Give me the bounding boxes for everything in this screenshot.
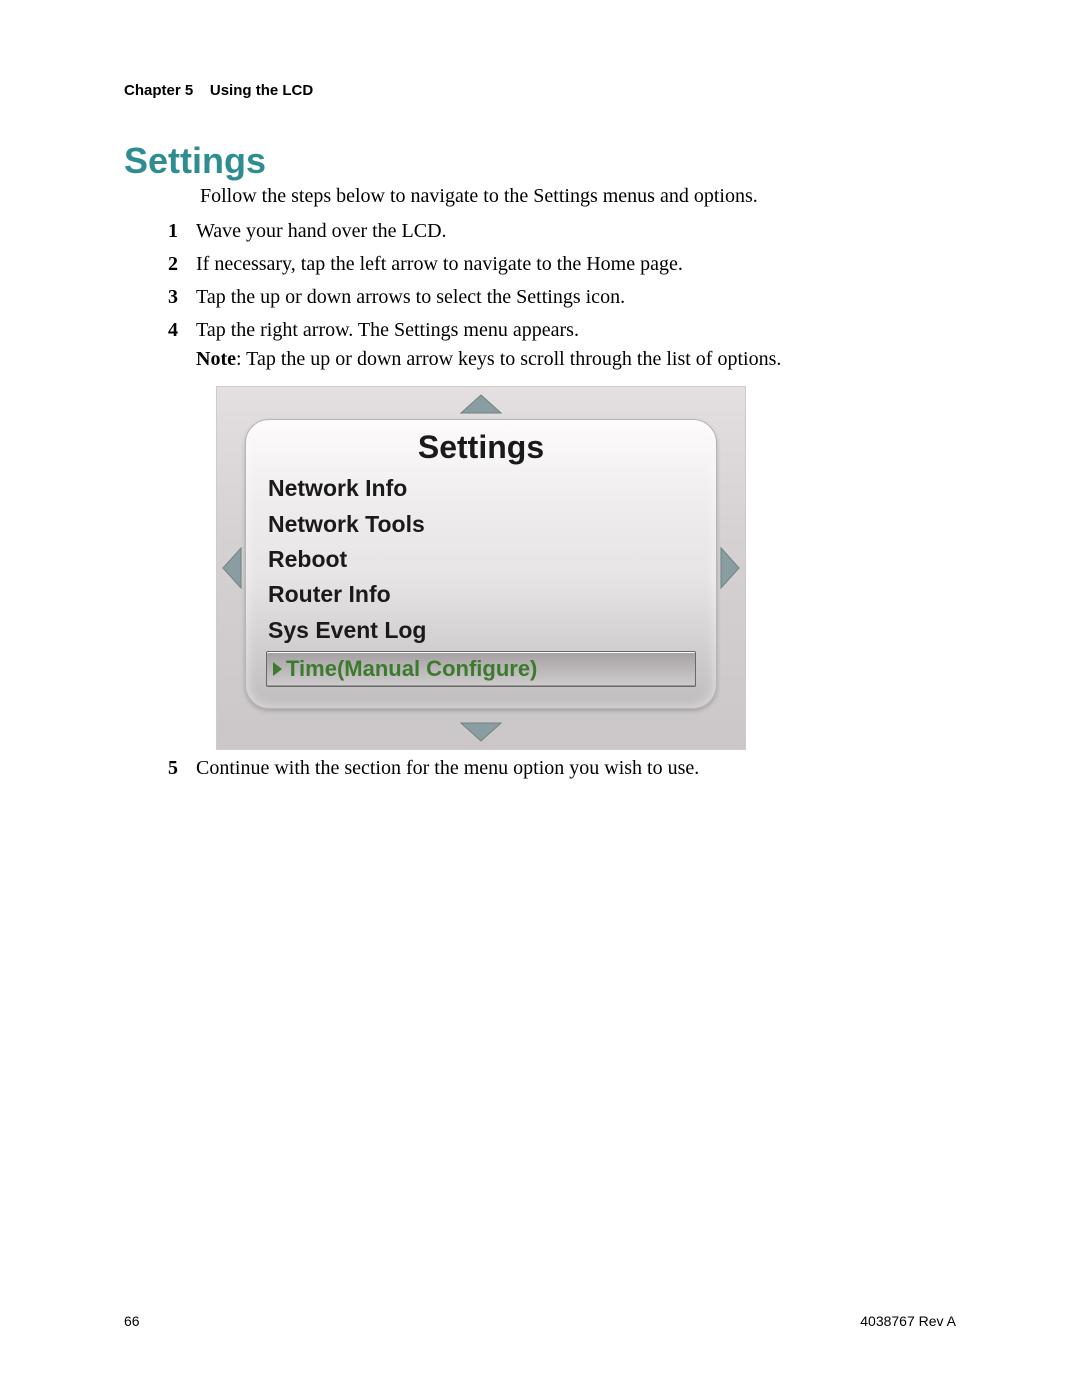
chevron-right-icon — [273, 662, 282, 676]
step-2: If necessary, tap the left arrow to navi… — [168, 250, 960, 279]
lcd-screenshot: Settings Network Info Network Tools Rebo… — [216, 386, 746, 750]
lcd-selected-label: Time(Manual Configure) — [286, 653, 537, 685]
lcd-menu-title: Settings — [266, 424, 696, 470]
body-content: Follow the steps below to navigate to th… — [200, 182, 960, 787]
arrow-left-icon[interactable] — [221, 546, 243, 590]
lcd-item-reboot[interactable]: Reboot — [266, 543, 696, 576]
step-1: Wave your hand over the LCD. — [168, 217, 960, 246]
chapter-title: Using the LCD — [210, 82, 313, 99]
lcd-item-network-info[interactable]: Network Info — [266, 472, 696, 505]
manual-page: Chapter 5 Using the LCD Settings Follow … — [0, 0, 1080, 1397]
lcd-item-selected[interactable]: Time(Manual Configure) — [266, 651, 696, 687]
steps-list: Wave your hand over the LCD. If necessar… — [168, 217, 960, 783]
step-1-text: Wave your hand over the LCD. — [196, 220, 447, 242]
step-2-text: If necessary, tap the left arrow to navi… — [196, 253, 683, 275]
page-number: 66 — [124, 1313, 140, 1329]
chapter-number: Chapter 5 — [124, 82, 193, 99]
lcd-item-router-info[interactable]: Router Info — [266, 578, 696, 611]
step-5: Continue with the section for the menu o… — [168, 754, 960, 783]
step-3: Tap the up or down arrows to select the … — [168, 283, 960, 312]
step-4: Tap the right arrow. The Settings menu a… — [168, 316, 960, 750]
document-id: 4038767 Rev A — [860, 1313, 956, 1329]
lcd-item-sys-event-log[interactable]: Sys Event Log — [266, 614, 696, 647]
lcd-item-network-tools[interactable]: Network Tools — [266, 508, 696, 541]
step-4-text: Tap the right arrow. The Settings menu a… — [196, 319, 579, 341]
intro-text: Follow the steps below to navigate to th… — [200, 182, 960, 211]
arrow-up-icon[interactable] — [459, 393, 503, 415]
lcd-panel: Settings Network Info Network Tools Rebo… — [245, 419, 717, 709]
step-5-text: Continue with the section for the menu o… — [196, 757, 699, 779]
chapter-header: Chapter 5 Using the LCD — [124, 82, 313, 99]
section-heading: Settings — [124, 140, 266, 182]
step-3-text: Tap the up or down arrows to select the … — [196, 286, 625, 308]
note-text: : Tap the up or down arrow keys to scrol… — [236, 348, 781, 370]
arrow-down-icon[interactable] — [459, 721, 503, 743]
note-label: Note — [196, 348, 236, 370]
arrow-right-icon[interactable] — [719, 546, 741, 590]
